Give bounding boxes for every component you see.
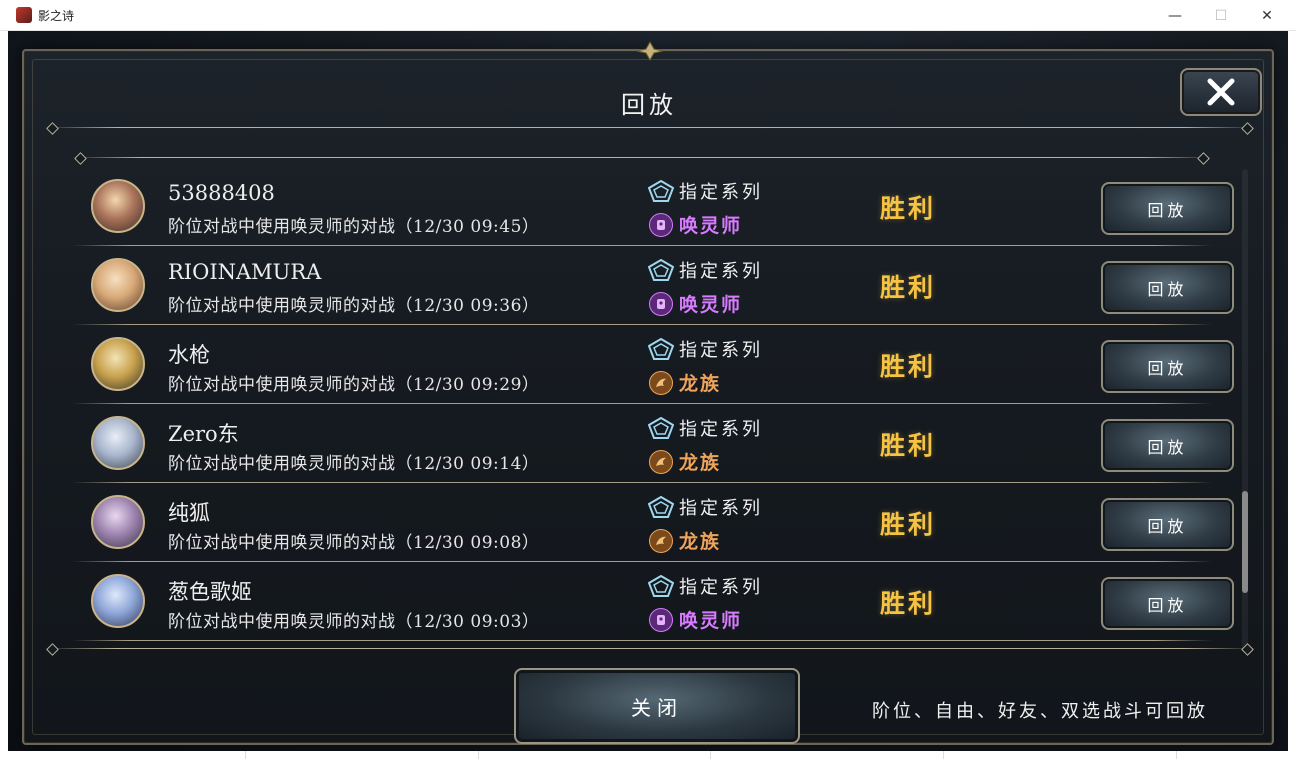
avatar	[91, 416, 145, 470]
player-name: 水枪	[168, 343, 210, 367]
class-label: 龙族	[679, 531, 722, 553]
class-label: 唤灵师	[679, 215, 743, 237]
format-icon	[648, 180, 674, 202]
class-label: 龙族	[679, 373, 722, 395]
replay-row: 葱色歌姬 阶位对战中使用唤灵师的对战（12/30 09:03） 指定系列 唤灵师…	[72, 562, 1234, 641]
minimize-button[interactable]: —	[1152, 0, 1198, 31]
footer-divider	[44, 648, 1256, 649]
replay-button[interactable]: 回放	[1101, 419, 1234, 472]
format-label: 指定系列	[679, 261, 763, 282]
class-label: 唤灵师	[679, 294, 743, 316]
format-icon	[648, 338, 674, 360]
player-name: RIOINAMURA	[168, 260, 322, 284]
replay-dialog: 回放 53888408 阶位对战中使用唤灵师的对战（12/30 09:45） 指…	[22, 41, 1274, 745]
title-divider	[44, 127, 1256, 128]
match-description: 阶位对战中使用唤灵师的对战（12/30 09:14）	[168, 454, 540, 474]
window-close-button[interactable]: ✕	[1244, 0, 1290, 31]
format-icon	[648, 575, 674, 597]
footer-note: 阶位、自由、好友、双选战斗可回放	[872, 701, 1208, 722]
avatar	[91, 337, 145, 391]
format-label: 指定系列	[679, 419, 763, 440]
replay-button[interactable]: 回放	[1101, 261, 1234, 314]
result-label: 胜利	[880, 352, 937, 381]
result-label: 胜利	[880, 194, 937, 223]
format-icon	[648, 417, 674, 439]
replay-row: 纯狐 阶位对战中使用唤灵师的对战（12/30 09:08） 指定系列 龙族 胜利…	[72, 483, 1234, 562]
replay-button[interactable]: 回放	[1101, 498, 1234, 551]
result-label: 胜利	[880, 510, 937, 539]
dragon-icon	[649, 371, 673, 395]
replay-button[interactable]: 回放	[1101, 340, 1234, 393]
replay-button[interactable]: 回放	[1101, 577, 1234, 630]
x-icon	[1207, 78, 1235, 106]
app-icon	[16, 7, 32, 23]
result-label: 胜利	[880, 431, 937, 460]
dialog-close-x-button[interactable]	[1180, 68, 1262, 116]
avatar	[91, 258, 145, 312]
window-titlebar: 影之诗 — ☐ ✕	[0, 0, 1296, 31]
necromancer-icon	[649, 292, 673, 316]
result-label: 胜利	[880, 273, 937, 302]
window-title: 影之诗	[38, 9, 75, 23]
dialog-title: 回放	[621, 91, 677, 119]
avatar	[91, 574, 145, 628]
player-name: 53888408	[168, 181, 275, 205]
replay-row: 53888408 阶位对战中使用唤灵师的对战（12/30 09:45） 指定系列…	[72, 167, 1234, 246]
class-label: 唤灵师	[679, 610, 743, 632]
scrollbar-thumb[interactable]	[1242, 491, 1248, 593]
format-label: 指定系列	[679, 577, 763, 598]
format-icon	[648, 496, 674, 518]
format-label: 指定系列	[679, 182, 763, 203]
close-button[interactable]: 关闭	[514, 668, 800, 744]
row-divider	[72, 640, 1212, 641]
replay-row: 水枪 阶位对战中使用唤灵师的对战（12/30 09:29） 指定系列 龙族 胜利…	[72, 325, 1234, 404]
match-description: 阶位对战中使用唤灵师的对战（12/30 09:08）	[168, 533, 540, 553]
replay-row: Zero东 阶位对战中使用唤灵师的对战（12/30 09:14） 指定系列 龙族…	[72, 404, 1234, 483]
match-description: 阶位对战中使用唤灵师的对战（12/30 09:45）	[168, 217, 540, 237]
match-description: 阶位对战中使用唤灵师的对战（12/30 09:36）	[168, 296, 540, 316]
player-name: 纯狐	[168, 501, 210, 525]
format-icon	[648, 259, 674, 281]
player-name: 葱色歌姬	[168, 580, 252, 604]
match-description: 阶位对战中使用唤灵师的对战（12/30 09:29）	[168, 375, 540, 395]
maximize-button[interactable]: ☐	[1198, 0, 1244, 31]
necromancer-icon	[649, 213, 673, 237]
dragon-icon	[649, 450, 673, 474]
format-label: 指定系列	[679, 498, 763, 519]
list-top-divider	[72, 157, 1212, 158]
game-viewport: 回放 53888408 阶位对战中使用唤灵师的对战（12/30 09:45） 指…	[8, 31, 1288, 751]
avatar	[91, 495, 145, 549]
dragon-icon	[649, 529, 673, 553]
class-label: 龙族	[679, 452, 722, 474]
window-bottom-strip	[0, 751, 1296, 759]
player-name: Zero东	[168, 422, 239, 446]
replay-list: 53888408 阶位对战中使用唤灵师的对战（12/30 09:45） 指定系列…	[72, 167, 1234, 647]
replay-button[interactable]: 回放	[1101, 182, 1234, 235]
format-label: 指定系列	[679, 340, 763, 361]
scrollbar[interactable]	[1242, 169, 1248, 649]
avatar	[91, 179, 145, 233]
match-description: 阶位对战中使用唤灵师的对战（12/30 09:03）	[168, 612, 540, 632]
result-label: 胜利	[880, 589, 937, 618]
replay-row: RIOINAMURA 阶位对战中使用唤灵师的对战（12/30 09:36） 指定…	[72, 246, 1234, 325]
necromancer-icon	[649, 608, 673, 632]
ornament-icon	[636, 41, 664, 61]
